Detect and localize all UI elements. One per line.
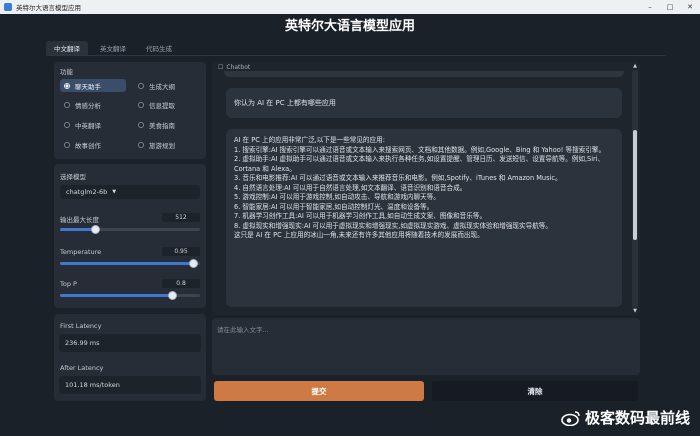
bot-message-line: 6. 智能家居:AI 可以用于智能家居,如自动控制灯光、温度和设备等。 <box>234 202 434 211</box>
radio-zh-en-translate[interactable]: 中英翻译 <box>60 118 126 131</box>
after-latency-label: After Latency <box>60 364 104 372</box>
top-p-slider-handle[interactable] <box>168 291 177 300</box>
radio-icon <box>138 141 144 148</box>
watermark-text: 极客数码最前线 <box>584 409 690 427</box>
radio-label: 聊天助手 <box>75 82 101 91</box>
model-select-value: chatglm2-6b <box>66 188 108 196</box>
radio-icon <box>138 101 144 108</box>
weibo-logo-icon <box>561 410 581 426</box>
chatbot-panel: ☐ Chatbot 你认为 AI 在 PC 上都有哪些应用 AI 在 PC 上的… <box>212 62 640 315</box>
message-input-placeholder: 请在此输入文字... <box>217 326 269 334</box>
maximize-icon[interactable]: □ <box>660 0 680 14</box>
bot-message-line: 2. 虚拟助手:AI 虚拟助手可以通过语音或文本输入来执行各种任务,如设置提醒、… <box>234 155 605 173</box>
chat-scrollbar-thumb[interactable] <box>633 130 637 240</box>
radio-label: 生成大纲 <box>149 82 175 91</box>
radio-info-extraction[interactable]: 信息提取 <box>134 98 200 111</box>
model-label: 选择模型 <box>60 173 86 181</box>
max-length-slider-fill <box>60 228 95 231</box>
max-length-slider[interactable] <box>60 225 200 234</box>
after-latency-value: 101.18 ms/token <box>59 376 201 394</box>
minimize-icon[interactable]: – <box>640 0 660 14</box>
bot-message-line: 5. 游戏控制:AI 可以用于游戏控制,如自动攻击、导航和游戏内聊天等。 <box>234 193 440 202</box>
first-latency-value: 236.99 ms <box>59 334 201 352</box>
temperature-input[interactable]: 0.95 <box>162 247 200 256</box>
tab-english-translate[interactable]: 英文翻译 <box>92 41 134 55</box>
scroll-down-icon[interactable]: ▼ <box>632 308 638 314</box>
app-title: 英特尔大语言模型应用 <box>284 19 415 34</box>
bot-message-line: 7. 机器学习创作工具:AI 可以用于机器学习创作工具,如自动生成文案、图像和音… <box>234 212 487 221</box>
temperature-label: Temperature <box>60 248 102 256</box>
user-message: 你认为 AI 在 PC 上都有哪些应用 <box>226 88 622 118</box>
top-p-slider[interactable] <box>60 291 200 300</box>
model-select[interactable]: chatglm2-6b ▼ <box>60 185 200 199</box>
max-length-input[interactable]: 512 <box>162 213 200 222</box>
tab-divider <box>46 55 666 56</box>
top-p-label: Top P <box>60 280 77 288</box>
bot-message-line: 1. 搜索引擎:AI 搜索引擎可以通过语音或文本输入来搜索网页、文档和其他数据。… <box>234 145 606 154</box>
window-title: 英特尔大语言模型应用 <box>16 4 81 12</box>
chevron-down-icon: ▼ <box>112 189 117 195</box>
chatbot-header: ☐ Chatbot <box>218 64 250 71</box>
max-length-label: 输出最大长度 <box>60 216 99 224</box>
previous-message-bubble <box>224 71 624 77</box>
radio-story-creation[interactable]: 故事创作 <box>60 138 126 151</box>
chat-bubble-icon: ☐ <box>218 64 224 71</box>
temperature-slider-handle[interactable] <box>189 259 198 268</box>
chatbot-header-label: Chatbot <box>226 64 251 71</box>
settings-panel: 选择模型 chatglm2-6b ▼ 输出最大长度 512 Temperatur… <box>54 164 206 308</box>
radio-selected-icon <box>64 82 70 89</box>
scroll-up-icon[interactable]: ▲ <box>632 63 638 69</box>
function-label: 功能 <box>60 68 73 76</box>
radio-icon <box>64 141 70 148</box>
radio-sentiment-analysis[interactable]: 情感分析 <box>60 98 126 111</box>
bot-message-line: AI 在 PC 上的应用非常广泛,以下是一些常见的应用: <box>234 136 385 144</box>
radio-icon <box>64 101 70 108</box>
bot-message-line: 4. 自然语言处理:AI 可以用于自然语言处理,如文本翻译、语音识别和语音合成。 <box>234 183 467 192</box>
top-p-slider-fill <box>60 294 172 297</box>
radio-label: 情感分析 <box>75 101 101 110</box>
bot-message: AI 在 PC 上的应用非常广泛,以下是一些常见的应用: 1. 搜索引擎:AI … <box>226 129 622 307</box>
temperature-slider[interactable] <box>60 259 200 268</box>
chat-scrollbar[interactable] <box>632 70 638 308</box>
radio-label: 信息提取 <box>149 101 175 110</box>
radio-food-guide[interactable]: 美食指南 <box>134 118 200 131</box>
bot-message-line: 3. 音乐和电影推荐:AI 可以通过语音或文本输入来推荐音乐和电影。例如,Spo… <box>234 174 562 183</box>
radio-travel-planning[interactable]: 旅游规划 <box>134 138 200 151</box>
function-panel: 功能 聊天助手 生成大纲 情感分析 信息提取 中英翻译 美食指南 故事创作 旅游… <box>54 62 206 159</box>
radio-generate-outline[interactable]: 生成大纲 <box>134 79 200 92</box>
close-icon[interactable]: ✕ <box>680 0 700 14</box>
radio-icon <box>64 121 70 128</box>
radio-label: 故事创作 <box>75 141 101 150</box>
top-p-input[interactable]: 0.8 <box>162 279 200 288</box>
app-icon <box>4 3 12 11</box>
metrics-panel: First Latency 236.99 ms After Latency 10… <box>54 314 206 401</box>
message-input[interactable]: 请在此输入文字... <box>212 318 640 375</box>
radio-label: 旅游规划 <box>149 141 175 150</box>
watermark: 极客数码最前线 <box>561 407 690 428</box>
radio-label: 美食指南 <box>149 121 175 130</box>
tab-bar: 中文翻译 英文翻译 代码生成 <box>46 41 180 55</box>
radio-icon <box>138 121 144 128</box>
tab-code-generation[interactable]: 代码生成 <box>138 41 180 55</box>
tab-chinese-translate[interactable]: 中文翻译 <box>46 41 88 55</box>
radio-chat-assistant[interactable]: 聊天助手 <box>60 79 126 92</box>
window-titlebar: 英特尔大语言模型应用 – □ ✕ <box>0 0 700 14</box>
clear-button[interactable]: 清除 <box>432 381 638 401</box>
max-length-slider-handle[interactable] <box>91 225 100 234</box>
radio-label: 中英翻译 <box>75 121 101 130</box>
submit-button[interactable]: 提交 <box>214 381 424 401</box>
bot-message-line: 这只是 AI 在 PC 上应用的冰山一角,未来还有许多其他应用将随着技术的发展而… <box>234 231 484 240</box>
temperature-slider-fill <box>60 262 193 265</box>
first-latency-label: First Latency <box>60 322 102 330</box>
radio-icon <box>138 82 144 89</box>
